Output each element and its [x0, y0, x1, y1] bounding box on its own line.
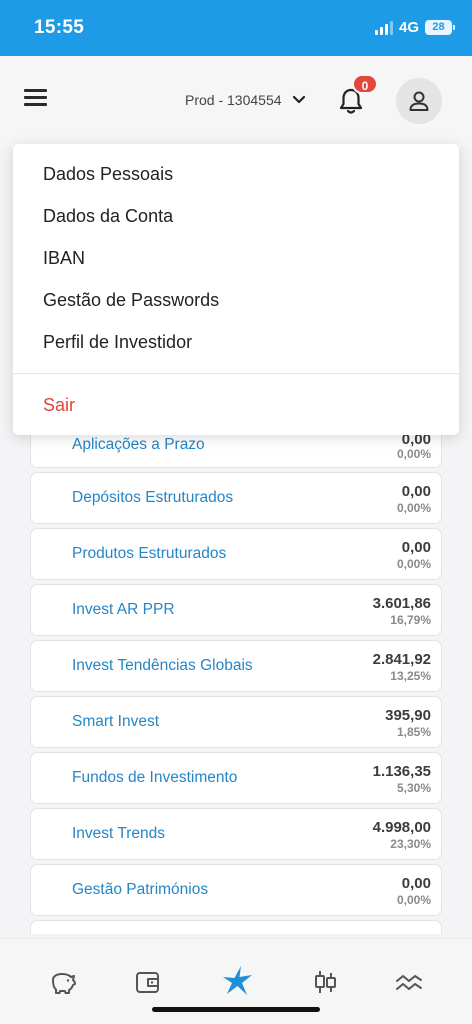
product-pct: 0,00% — [396, 501, 431, 515]
product-pct: 1,85% — [396, 725, 431, 739]
product-value: 1.136,35 — [372, 763, 431, 780]
product-pct: 0,00% — [396, 557, 431, 571]
product-pct: 23,30% — [390, 837, 431, 851]
product-value: 0,00 — [401, 483, 431, 500]
app-header: Prod - 1304554 0 — [0, 56, 472, 146]
product-list: Aplicações a Prazo 0,00 0,00% Depósitos … — [30, 418, 442, 938]
signal-icon — [374, 20, 393, 35]
product-label: Invest AR PPR — [72, 601, 175, 618]
menu-item-gestao-passwords[interactable]: Gestão de Passwords — [43, 290, 219, 311]
home-indicator — [152, 1007, 320, 1012]
product-label: Aplicações a Prazo — [72, 436, 205, 453]
menu-item-dados-conta[interactable]: Dados da Conta — [43, 206, 173, 227]
user-icon — [409, 91, 429, 111]
status-bar: 15:55 4G 28 — [0, 0, 472, 56]
wallet-icon[interactable] — [133, 967, 163, 997]
product-row[interactable]: Invest Trends 4.998,00 23,30% — [30, 808, 442, 860]
network-type: 4G — [398, 19, 419, 36]
product-pct: 0,00% — [396, 893, 431, 907]
star-logo-icon[interactable] — [221, 964, 255, 998]
trend-lines-icon[interactable] — [394, 967, 424, 997]
account-selector[interactable]: Prod - 1304554 — [185, 92, 306, 108]
product-label: Fundos de Investimento — [72, 769, 238, 786]
product-label: Invest Tendências Globais — [72, 657, 253, 674]
product-row[interactable]: Invest AR PPR 3.601,86 16,79% — [30, 584, 442, 636]
product-label: Gestão Patrimónios — [72, 881, 209, 898]
avatar[interactable] — [396, 78, 442, 124]
status-time: 15:55 — [34, 17, 85, 38]
product-value: 0,00 — [401, 875, 431, 892]
product-value: 2.841,92 — [372, 651, 431, 668]
product-row[interactable] — [30, 920, 442, 934]
product-label: Smart Invest — [72, 713, 159, 730]
menu-icon[interactable] — [24, 89, 48, 107]
menu-item-perfil-investidor[interactable]: Perfil de Investidor — [43, 332, 192, 353]
product-pct: 5,30% — [396, 781, 431, 795]
product-pct: 16,79% — [390, 613, 431, 627]
product-value: 395,90 — [385, 707, 431, 724]
product-label: Invest Trends — [72, 825, 166, 842]
product-row[interactable]: Smart Invest 395,90 1,85% — [30, 696, 442, 748]
product-row[interactable]: Invest Tendências Globais 2.841,92 13,25… — [30, 640, 442, 692]
status-indicators: 4G 28 — [374, 19, 455, 36]
chevron-down-icon — [292, 95, 305, 104]
product-row[interactable]: Produtos Estruturados 0,00 0,00% — [30, 528, 442, 580]
product-row[interactable]: Fundos de Investimento 1.136,35 5,30% — [30, 752, 442, 804]
product-pct: 13,25% — [390, 669, 431, 683]
menu-item-iban[interactable]: IBAN — [43, 248, 85, 269]
battery-icon: 28 — [425, 20, 455, 35]
product-value: 3.601,86 — [372, 595, 431, 612]
product-value: 0,00 — [401, 539, 431, 556]
logout-button[interactable]: Sair — [43, 395, 75, 416]
product-row[interactable]: Gestão Patrimónios 0,00 0,00% — [30, 864, 442, 916]
account-label: Prod - 1304554 — [185, 92, 282, 108]
piggy-bank-icon[interactable] — [48, 967, 78, 997]
product-value: 4.998,00 — [372, 819, 431, 836]
product-label: Depósitos Estruturados — [72, 489, 234, 506]
menu-divider — [13, 373, 459, 374]
product-row[interactable]: Depósitos Estruturados 0,00 0,00% — [30, 472, 442, 524]
candlestick-icon[interactable] — [310, 967, 340, 997]
product-pct: 0,00% — [396, 447, 431, 461]
menu-item-dados-pessoais[interactable]: Dados Pessoais — [43, 164, 173, 185]
product-label: Produtos Estruturados — [72, 545, 227, 562]
profile-dropdown-menu: Dados Pessoais Dados da Conta IBAN Gestã… — [13, 144, 459, 435]
notification-badge: 0 — [352, 74, 378, 94]
